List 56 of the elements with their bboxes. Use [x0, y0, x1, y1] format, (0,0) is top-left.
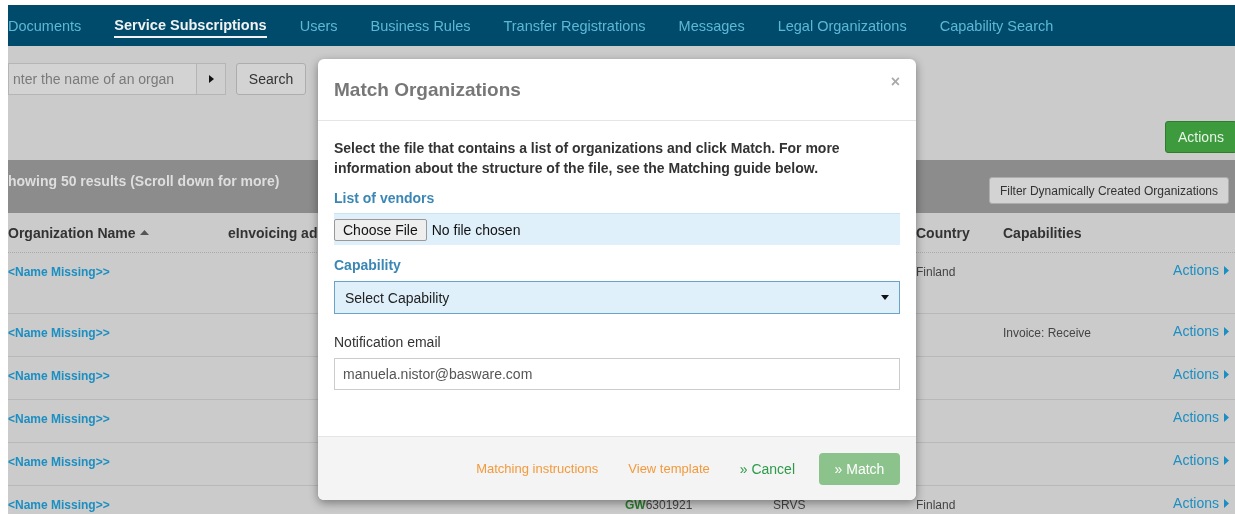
nav-tab[interactable]: Service Subscriptions: [114, 13, 267, 38]
table-cell: SRVS: [773, 498, 806, 512]
expand-button[interactable]: [197, 63, 226, 95]
caret-icon: [1224, 369, 1229, 379]
caret-icon: [1224, 455, 1229, 465]
nav-tab[interactable]: Users: [299, 14, 338, 37]
search-button[interactable]: Search: [236, 63, 306, 95]
organization-link[interactable]: <Name Missing>>: [8, 265, 110, 279]
caret-icon: [1224, 326, 1229, 336]
organization-link[interactable]: <Name Missing>>: [8, 369, 110, 383]
table-cell: Finland: [916, 498, 956, 512]
nav-tab[interactable]: Transfer Registrations: [503, 14, 646, 37]
nav-tab[interactable]: Documents: [8, 14, 82, 37]
organization-link[interactable]: <Name Missing>>: [8, 412, 110, 426]
filter-button[interactable]: Filter Dynamically Created Organizations: [988, 177, 1229, 204]
caret-icon: [1224, 498, 1229, 508]
organization-link[interactable]: <Name Missing>>: [8, 455, 110, 469]
actions-link[interactable]: Actions: [1173, 495, 1229, 511]
actions-link[interactable]: Actions: [1173, 262, 1229, 278]
actions-link[interactable]: Actions: [1173, 366, 1229, 382]
table-cell: GW6301921: [625, 498, 693, 512]
column-header[interactable]: Organization Name: [8, 224, 136, 241]
caret-icon: [1224, 412, 1229, 422]
instructions-text: Select the file that contains a list of organizations and click Match. For more information about the structure of the file, see the Matching guide below.: [334, 139, 841, 178]
column-header[interactable]: Capabilities: [1003, 224, 1082, 241]
email-field[interactable]: manuela.nistor@basware.com: [334, 358, 900, 390]
capability-select[interactable]: Select Capability: [334, 281, 900, 314]
file-field[interactable]: Choose File No file chosen: [334, 213, 900, 245]
choose-file-button[interactable]: Choose File: [334, 218, 427, 241]
column-header[interactable]: Country: [916, 224, 970, 241]
close-button[interactable]: ×: [890, 72, 900, 91]
caret-icon: [208, 75, 214, 83]
sort-up-icon: [139, 230, 149, 235]
file-status: No file chosen: [431, 221, 521, 238]
organization-link[interactable]: <Name Missing>>: [8, 326, 110, 340]
actions-link[interactable]: Actions: [1173, 452, 1229, 468]
nav-tab[interactable]: Capability Search: [939, 14, 1054, 37]
caret-icon: [1224, 265, 1229, 275]
table-cell: Invoice: Receive: [1003, 326, 1092, 340]
dropdown-icon: [881, 295, 889, 300]
nav-tab[interactable]: Messages: [678, 14, 745, 37]
field-label: Notification email: [334, 334, 442, 352]
nav-tab[interactable]: Business Rules: [370, 14, 471, 37]
actions-button[interactable]: Actions: [1165, 121, 1235, 153]
column-header[interactable]: eInvoicing ad: [228, 224, 318, 241]
dialog-title: Match Organizations: [334, 78, 521, 101]
results-summary: howing 50 results (Scroll down for more): [8, 172, 280, 189]
search-field[interactable]: nter the name of an organ: [8, 63, 197, 95]
nav-tab[interactable]: Legal Organizations: [777, 14, 907, 37]
field-label: List of vendors: [334, 190, 436, 208]
organization-link[interactable]: <Name Missing>>: [8, 498, 110, 512]
actions-link[interactable]: Actions: [1173, 323, 1229, 339]
field-label: Capability: [334, 257, 402, 275]
cancel-link[interactable]: » Cancel: [739, 460, 795, 477]
table-cell: Finland: [916, 265, 956, 279]
actions-link[interactable]: Actions: [1173, 409, 1229, 425]
